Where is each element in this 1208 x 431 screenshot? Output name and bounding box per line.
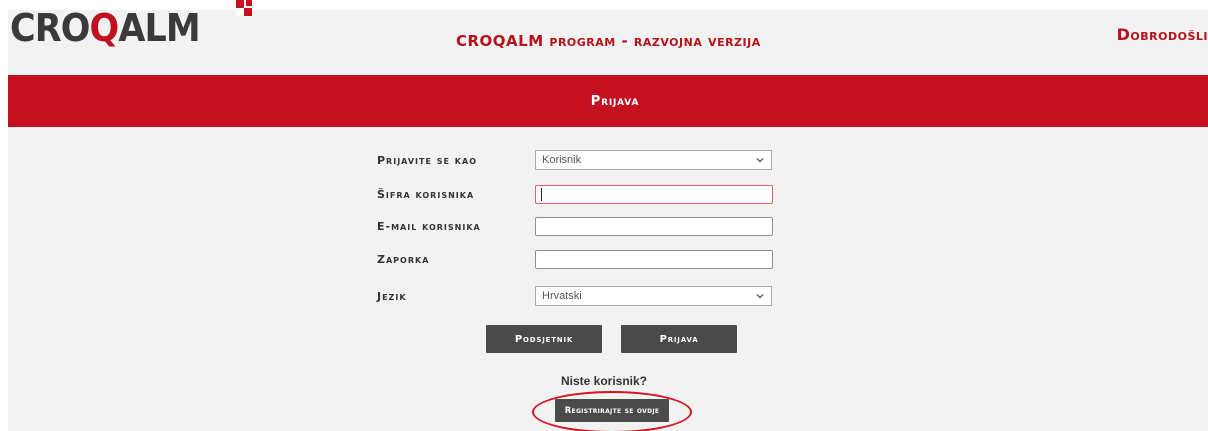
form-row-user-email: E-mail korisnika	[377, 217, 773, 236]
not-user-text: Niste korisnik?	[560, 374, 648, 388]
logo-text-suffix: ALM	[118, 6, 200, 50]
chevron-down-icon	[756, 158, 764, 163]
page-title: Prijava	[590, 93, 640, 109]
logo-text: CROQALM	[10, 6, 201, 50]
form-row-login-as: Prijavite se kao Korisnik	[377, 150, 772, 170]
login-button[interactable]: Prijava	[621, 325, 737, 353]
text-cursor	[541, 188, 542, 201]
user-code-input[interactable]	[535, 185, 773, 204]
reminder-button[interactable]: Podsjetnik	[486, 325, 602, 353]
language-label: Jezik	[377, 289, 407, 303]
register-button[interactable]: Registrirajte se ovdje	[555, 399, 669, 422]
login-as-value: Korisnik	[542, 154, 582, 166]
user-code-label: Šifra korisnika	[377, 188, 475, 201]
form-row-language: Jezik Hrvatski	[377, 286, 772, 306]
checker-square-icon	[236, 0, 252, 16]
user-email-label: E-mail korisnika	[377, 220, 481, 233]
password-input[interactable]	[535, 250, 773, 269]
user-email-input[interactable]	[535, 217, 773, 236]
language-select[interactable]: Hrvatski	[535, 286, 772, 306]
logo-text-prefix: CRO	[10, 6, 90, 50]
page-title-banner: Prijava	[8, 75, 1208, 127]
chevron-down-icon	[756, 294, 764, 299]
login-as-label: Prijavite se kao	[377, 153, 477, 167]
password-label: Zaporka	[377, 253, 430, 266]
app-title: CROQALM program - razvojna verzija	[456, 32, 761, 50]
welcome-text: Dobrodošli	[1116, 25, 1208, 44]
croqalm-logo[interactable]: CROQALM	[10, 6, 216, 50]
page: CROQALM CROQALM program - razvojna verzi…	[0, 0, 1208, 431]
logo-text-q: Q	[89, 6, 120, 50]
form-row-user-code: Šifra korisnika	[377, 185, 773, 204]
form-row-password: Zaporka	[377, 250, 773, 269]
login-as-select[interactable]: Korisnik	[535, 150, 772, 170]
language-value: Hrvatski	[542, 290, 582, 302]
